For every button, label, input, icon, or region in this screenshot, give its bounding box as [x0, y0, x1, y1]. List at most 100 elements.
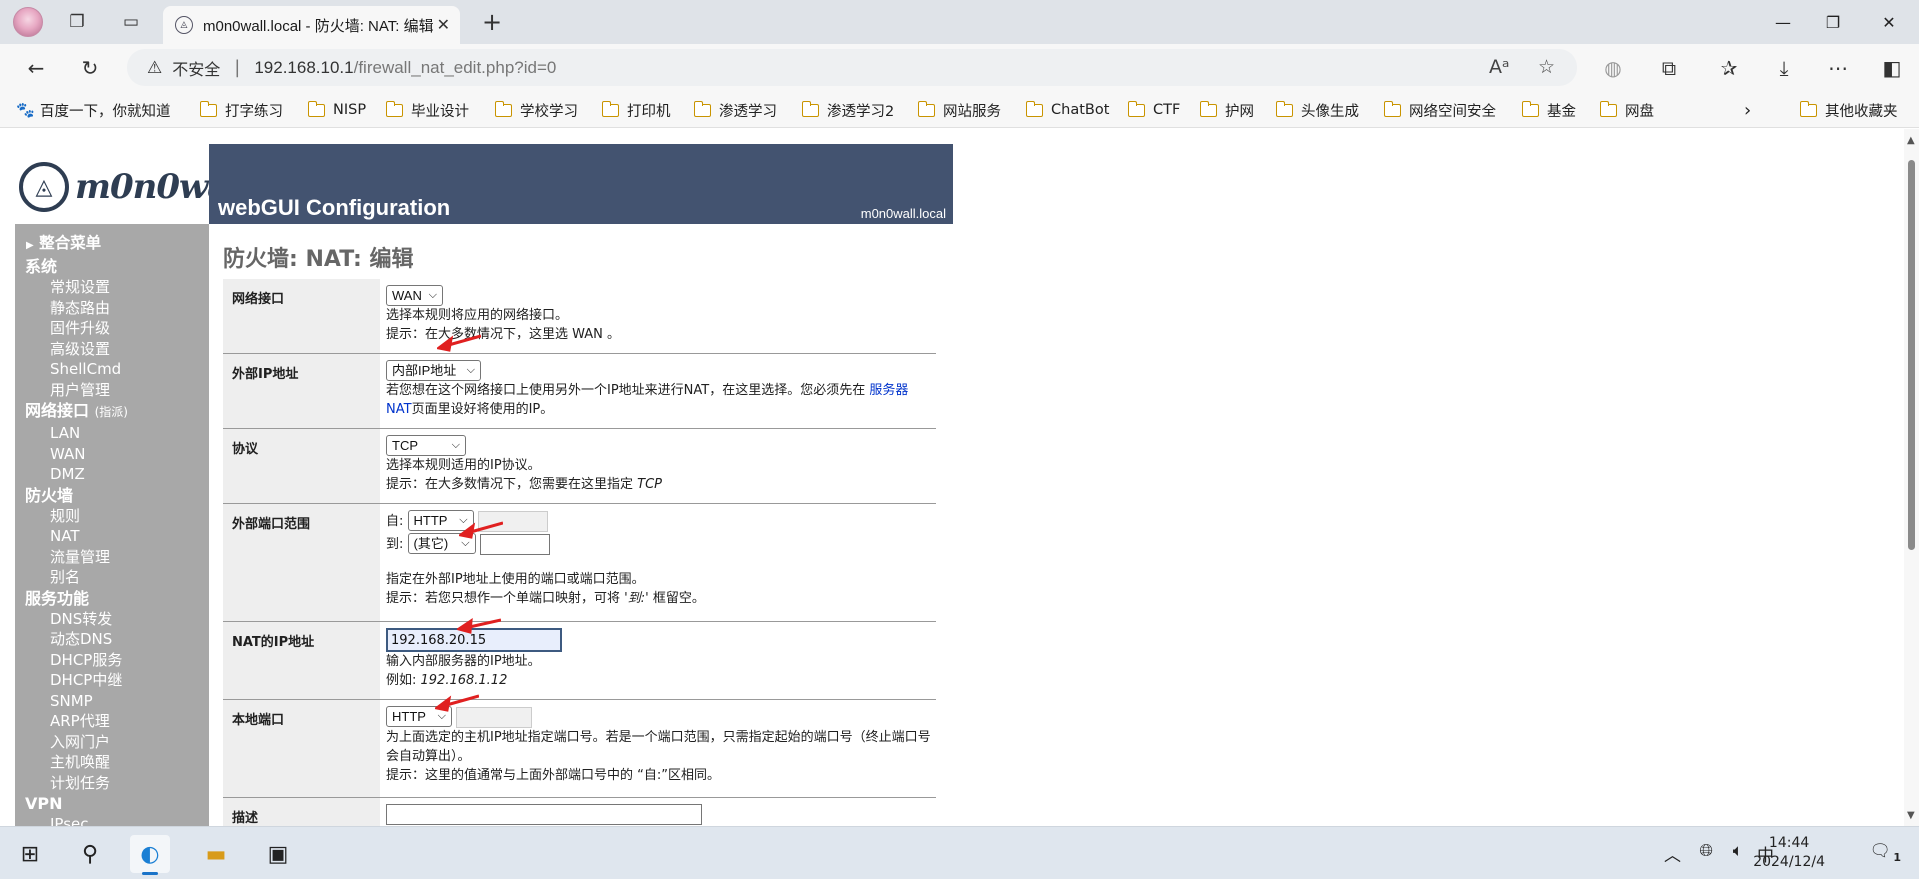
security-label[interactable]: 不安全: [172, 56, 220, 80]
bookmark-folder[interactable]: 打印机: [601, 98, 671, 122]
network-globe-icon[interactable]: 🌐︎: [1699, 841, 1713, 861]
form-row-description: 描述: [223, 798, 936, 826]
menu-item-aliases[interactable]: 别名: [15, 567, 209, 588]
refresh-icon[interactable]: ↻: [74, 53, 106, 83]
terminal-icon[interactable]: ▣: [258, 835, 298, 873]
favorites-icon[interactable]: ✰: [1713, 53, 1745, 83]
menu-item-advanced[interactable]: 高级设置: [15, 339, 209, 360]
read-aloud-icon[interactable]: Aᵃ: [1489, 56, 1509, 78]
menu-item-general-setup[interactable]: 常规设置: [15, 277, 209, 298]
bookmark-label: 渗透学习: [719, 103, 777, 120]
external-ip-select[interactable]: 内部IP地址 ⌵: [386, 360, 481, 381]
menu-item-static-routes[interactable]: 静态路由: [15, 298, 209, 319]
profile-avatar[interactable]: [13, 7, 43, 37]
form-row-interface: 网络接口 WAN ⌵ 选择本规则将应用的网络接口。 提示：在大多数情况下，这里选 …: [223, 279, 936, 354]
menu-section-suffix[interactable]: (指派): [95, 405, 128, 419]
bookmark-folder[interactable]: 网络空间安全: [1383, 98, 1496, 122]
menu-item-dhcp-relay[interactable]: DHCP中继: [15, 670, 209, 691]
edge-browser-icon[interactable]: ◐: [130, 835, 170, 875]
scroll-down-icon[interactable]: ▼: [1907, 810, 1915, 821]
search-icon[interactable]: ⚲: [70, 835, 110, 873]
bookmark-folder[interactable]: 护网: [1199, 98, 1254, 122]
other-bookmarks[interactable]: 其他收藏夹: [1799, 98, 1898, 122]
bookmark-folder[interactable]: NISP: [307, 98, 366, 122]
navigation-bar: ← ↻ ⚠ 不安全 | 192.168.10.1/firewall_nat_ed…: [0, 44, 1919, 92]
bookmark-folder[interactable]: CTF: [1127, 98, 1180, 122]
protocol-select[interactable]: TCP ⌵: [386, 435, 466, 456]
menu-item-snmp[interactable]: SNMP: [15, 691, 209, 712]
page-viewport: ◬ m0n0wall webGUI Configuration m0n0wall…: [0, 129, 1904, 826]
scroll-up-icon[interactable]: ▲: [1907, 135, 1915, 146]
vertical-tabs-icon[interactable]: ▭: [116, 8, 146, 36]
scrollbar-thumb[interactable]: [1908, 160, 1915, 550]
menu-item-rules[interactable]: 规则: [15, 506, 209, 527]
bookmark-folder[interactable]: 渗透学习2: [801, 98, 894, 122]
tab-active[interactable]: ◬ m0n0wall.local - 防火墙: NAT: 编辑 ✕: [163, 6, 460, 44]
browser-essentials-icon[interactable]: ◍: [1597, 53, 1629, 83]
menu-section-interfaces[interactable]: 网络接口 (指派): [15, 400, 209, 423]
menu-item-dynamic-dns[interactable]: 动态DNS: [15, 629, 209, 650]
description-input[interactable]: [386, 804, 702, 825]
bookmark-folder[interactable]: 毕业设计: [385, 98, 469, 122]
collapse-label: 整合菜单: [39, 234, 102, 252]
back-icon[interactable]: ←: [20, 53, 52, 83]
file-explorer-icon[interactable]: ▬: [196, 835, 236, 873]
menu-item-dmz[interactable]: DMZ: [15, 464, 209, 485]
minimize-icon[interactable]: —: [1760, 8, 1806, 36]
notification-icon[interactable]: 🗨︎: [1869, 841, 1891, 861]
warning-icon[interactable]: ⚠: [147, 58, 162, 78]
bookmark-folder[interactable]: 学校学习: [494, 98, 578, 122]
windows-start-icon[interactable]: ⊞: [10, 835, 50, 873]
new-tab-icon[interactable]: +: [478, 8, 506, 36]
notification-count: 1: [1893, 851, 1901, 864]
menu-item-scheduled-tasks[interactable]: 计划任务: [15, 773, 209, 794]
window-close-icon[interactable]: ✕: [1866, 8, 1912, 36]
url-text[interactable]: 192.168.10.1/firewall_nat_edit.php?id=0: [254, 58, 556, 78]
volume-icon[interactable]: 🔈︎: [1733, 841, 1743, 861]
collapse-menu-link[interactable]: ▶ 整合菜单: [15, 233, 209, 256]
tray-overflow-chevron-icon[interactable]: ︿: [1664, 841, 1681, 866]
menu-item-nat[interactable]: NAT: [15, 526, 209, 547]
bookmark-folder[interactable]: 网站服务: [917, 98, 1001, 122]
page-scrollbar[interactable]: ▲ ▼: [1904, 129, 1919, 826]
bookmark-folder[interactable]: 头像生成: [1275, 98, 1359, 122]
menu-item-proxy-arp[interactable]: ARP代理: [15, 711, 209, 732]
help-text-emphasis: TCP: [637, 477, 662, 492]
menu-item-user-manager[interactable]: 用户管理: [15, 380, 209, 401]
triangle-right-icon: ▶: [26, 240, 34, 251]
menu-item-wan[interactable]: WAN: [15, 444, 209, 465]
more-menu-icon[interactable]: ⋯: [1822, 53, 1854, 83]
menu-item-dhcp-server[interactable]: DHCP服务: [15, 650, 209, 671]
menu-item-captive-portal[interactable]: 入网门户: [15, 732, 209, 753]
menu-item-dns-forwarder[interactable]: DNS转发: [15, 609, 209, 630]
menu-item-shellcmd[interactable]: ShellCmd: [15, 359, 209, 380]
bookmarks-overflow-chevron-icon[interactable]: ›: [1744, 98, 1751, 122]
downloads-icon[interactable]: ⤓: [1768, 53, 1800, 83]
interface-select[interactable]: WAN ⌵: [386, 285, 443, 306]
menu-item-lan[interactable]: LAN: [15, 423, 209, 444]
menu-item-ipsec[interactable]: IPsec: [15, 814, 209, 826]
menu-item-traffic-shaper[interactable]: 流量管理: [15, 547, 209, 568]
menu-item-firmware[interactable]: 固件升级: [15, 318, 209, 339]
bookmark-folder[interactable]: ChatBot: [1025, 98, 1109, 122]
field-label: 协议: [223, 429, 381, 503]
bookmark-folder[interactable]: 打字练习: [199, 98, 283, 122]
header-title: webGUI Configuration: [218, 195, 451, 220]
address-bar[interactable]: ⚠ 不安全 | 192.168.10.1/firewall_nat_edit.p…: [127, 49, 1577, 86]
favorite-star-icon[interactable]: ☆: [1538, 56, 1555, 78]
restore-icon[interactable]: ❐: [1810, 8, 1856, 36]
workspaces-icon[interactable]: ❐: [62, 8, 92, 36]
bookmark-baidu[interactable]: 🐾 百度一下，你就知道: [16, 98, 171, 122]
url-host: 192.168.10.1: [254, 57, 354, 77]
tab-title: m0n0wall.local - 防火墙: NAT: 编辑: [203, 17, 434, 35]
menu-item-wake-on-lan[interactable]: 主机唤醒: [15, 752, 209, 773]
clock[interactable]: 14:44 2024/12/4: [1753, 834, 1825, 872]
tab-close-icon[interactable]: ✕: [437, 15, 450, 34]
sidebar-toggle-icon[interactable]: ◧: [1876, 53, 1908, 83]
bookmark-folder[interactable]: 网盘: [1599, 98, 1654, 122]
extensions-icon[interactable]: ⧉: [1653, 53, 1685, 83]
field-label: 外部IP地址: [223, 354, 381, 428]
bookmark-folder[interactable]: 渗透学习: [693, 98, 777, 122]
bookmark-folder[interactable]: 基金: [1521, 98, 1576, 122]
